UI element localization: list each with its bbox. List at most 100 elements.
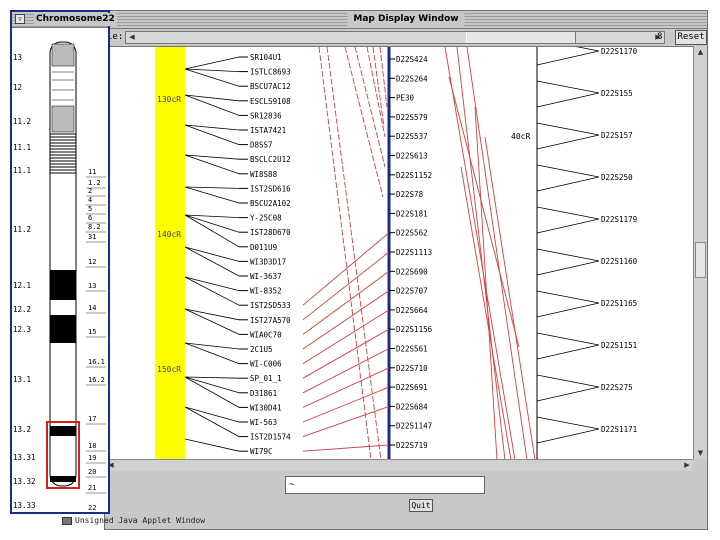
marker-connector-line [536,176,600,192]
chromosome-window-titlebar[interactable]: ▿ Chromosome22 [12,12,117,28]
map-canvas[interactable]: 130cR 140cR 150cR SR104U1 ISTLC8693 BSCU7AC12… [105,46,693,459]
left-band-label: 11.2 [13,117,31,126]
marker-connector-line [536,50,600,66]
quit-button[interactable]: Quit [409,499,433,512]
track1-marker-label: WIA0C70 [250,330,282,339]
marker-connector-line [536,122,600,136]
track3-marker-label: D22S155 [601,89,633,98]
track1-marker-label: WI30D41 [250,403,282,412]
track1-marker-label: IST2D1574 [250,433,291,442]
marker-connector-line [536,416,600,430]
marker-connector-line [536,134,600,150]
map-horizontal-scrollbar[interactable]: ◀ ▶ [105,459,693,471]
marker-link-line [456,47,506,459]
left-band-label: 13.2 [13,425,31,434]
marker-link-line [379,47,388,108]
chromosome-ideogram-panel[interactable]: 13 12 11.2 11.1 11.1 11.2 12.1 12.2 12.3 13.1 13.2… [12,28,108,514]
framework-track-bar [155,47,185,459]
track2-marker-label: D22S78 [396,190,424,199]
track1-marker-label: IST28D670 [250,228,291,237]
marker-link-line [318,47,372,459]
marker-connector-line [184,246,240,262]
marker-connector-line [536,374,600,388]
track1-marker-label: WI-563 [250,418,277,427]
marker-connector-line [536,164,600,178]
marker-connector-line [184,124,240,131]
scroll-down-arrow-icon[interactable]: ▼ [694,447,707,459]
marker-connector-line [184,308,240,321]
marker-connector-line [536,218,600,234]
track2-marker-label: D22S690 [396,267,428,276]
track2-marker-label: D22S579 [396,113,428,122]
chromosome-window-title: Chromosome22 [34,13,117,26]
map-vertical-scrollbar[interactable]: ▲ ▼ [693,46,707,459]
track1-marker-label: WI-8352 [250,287,282,296]
marker-connector-line [184,438,240,452]
marker-connector-line [536,80,600,94]
marker-connector-line [184,246,240,277]
stalk-band [51,105,75,133]
marker-link-line [302,386,390,423]
applet-warning-label: Unsigned Java Applet Window [75,516,206,525]
right-band-label: 21 [88,484,96,492]
track1-marker-label: WI8S88 [250,170,278,179]
status-text-field[interactable]: ~ [285,476,485,494]
track1-marker-label: IST2SD616 [250,184,291,193]
left-band-label: 12.1 [13,281,31,290]
track1-marker-label: ESCLS9108 [250,97,291,106]
right-band-label: 19 [88,454,96,462]
marker-connector-line [536,302,600,318]
marker-link-line [302,444,390,452]
track1-marker-label: WI-3637 [250,272,282,281]
track2-marker-label: D22S707 [396,287,428,296]
hscroll-right-arrow-icon[interactable]: ▶ [681,460,693,471]
right-band-label: 4 [88,196,92,204]
track-scale-label: 130cR [157,95,181,104]
right-band-label: 1.2 [88,179,101,187]
scale-value: 8 [657,32,663,42]
track2-marker-label: D22S684 [396,402,428,411]
marker-link-line [448,76,520,348]
track1-marker-label: Y-25C08 [250,214,282,223]
track3-marker-label: D22S1165 [601,299,637,308]
left-band-label: 13 [13,53,22,62]
marker-connector-line [184,214,240,248]
satellite-band [51,43,75,67]
marker-connector-line [184,186,240,189]
marker-connector-line [184,154,240,175]
right-band-label: 31 [88,233,96,241]
reset-button[interactable]: Reset [675,30,707,45]
scale-slider-thumb[interactable] [466,32,576,43]
track3-marker-label: D22S250 [601,173,633,182]
right-band-label: 22 [88,504,96,512]
marker-connector-line [576,47,600,52]
track1-marker-label: BSCU2A102 [250,199,291,208]
track2-marker-label: D22S613 [396,152,428,161]
scroll-up-arrow-icon[interactable]: ▲ [694,46,707,58]
track2-marker-label: D22S1147 [396,422,432,431]
marker-connector-line [536,248,600,262]
marker-link-line [444,47,516,459]
marker-link-line [302,367,390,408]
marker-link-line [302,232,390,306]
marker-link-line [344,47,384,198]
track1-marker-label: D31861 [250,389,277,398]
track1-marker-label: WI79C [250,447,273,456]
scroll-left-arrow-icon[interactable]: ◀ [126,32,138,43]
track1-marker-label: WI-C006 [250,360,282,369]
chromosome-ideogram: 13 12 11.2 11.1 11.1 11.2 12.1 12.2 12.3 13.1 13.2… [13,41,106,514]
right-band-label: 14 [88,304,96,312]
right-band-label: 17 [88,415,96,423]
left-band-label: 13.32 [13,477,36,486]
marker-connector-line [184,376,240,394]
track2-marker-label: D22S710 [396,364,428,373]
scale-slider[interactable]: ◀ ▶ [125,31,665,44]
window-menu-icon[interactable]: ▿ [15,14,25,24]
track1-marker-label: SR12836 [250,111,282,120]
track2-marker-label: D22S664 [396,306,428,315]
map-window-titlebar[interactable]: Map Display Window [105,11,707,29]
right-band-label: 13 [88,282,96,290]
vertical-scroll-thumb[interactable] [695,242,706,278]
right-band-label: 11 [88,168,96,176]
map-drawing: 130cR 140cR 150cR SR104U1 ISTLC8693 BSCU7AC12… [155,47,638,459]
